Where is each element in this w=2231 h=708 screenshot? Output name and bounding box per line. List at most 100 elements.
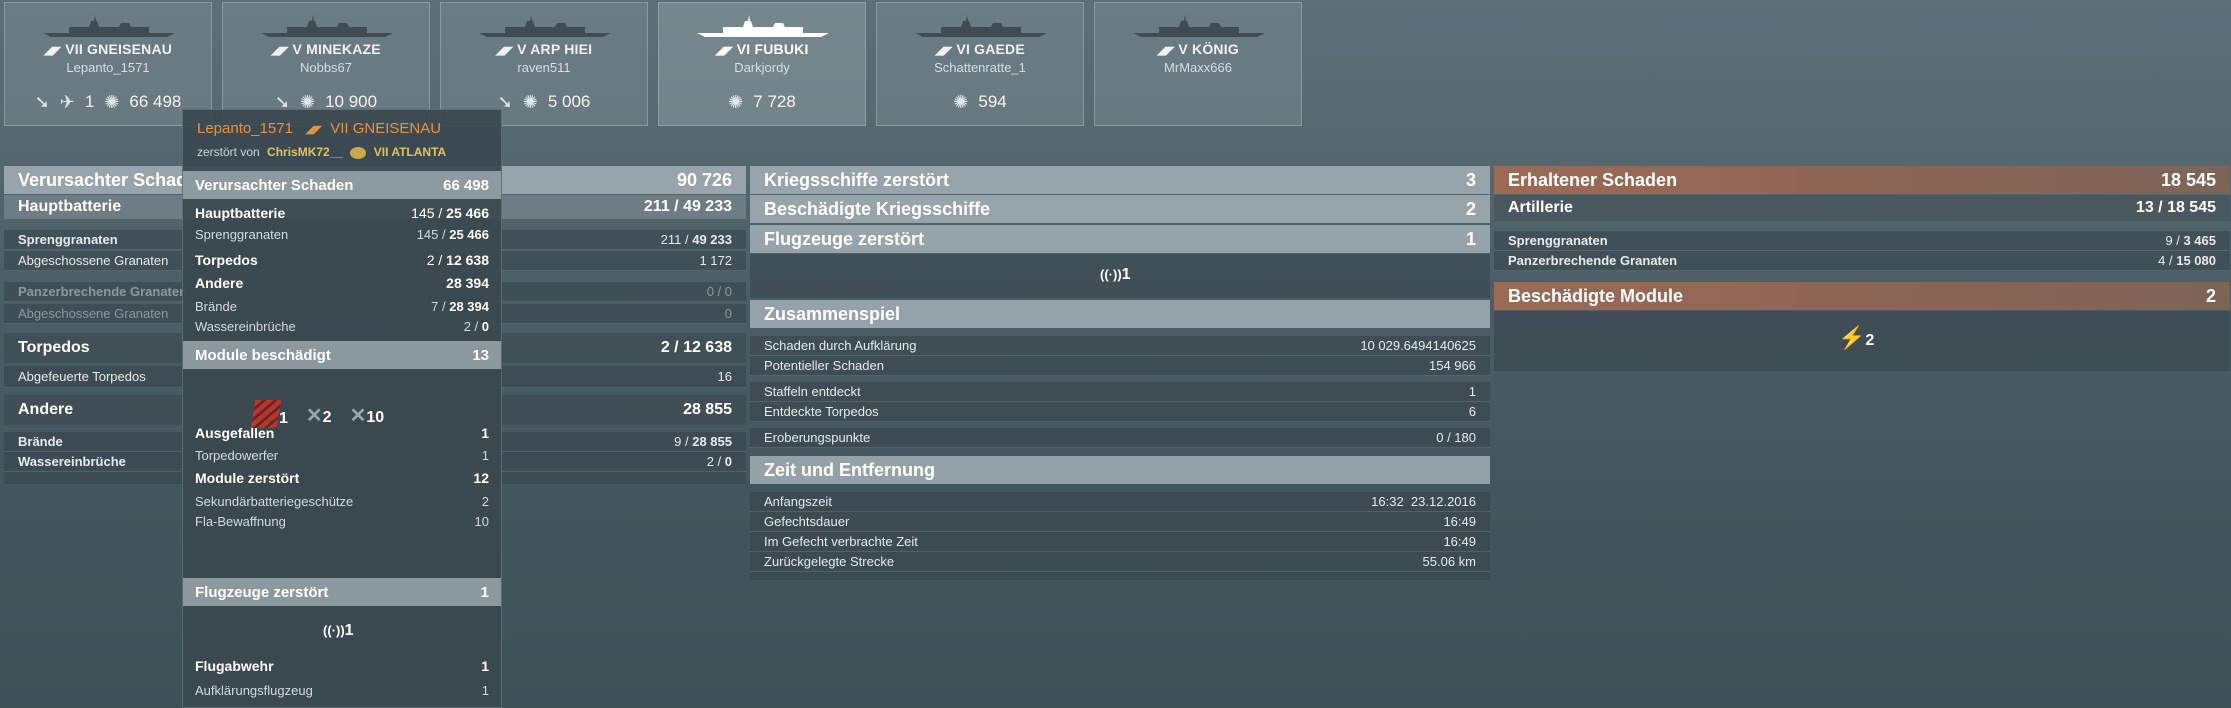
ship-class-icon: ◢◤ <box>305 124 323 136</box>
popup-fires-hits: 7 <box>431 298 439 314</box>
ship-card[interactable]: ◢◤ V ARP HIEI raven511 ➘ ✺ 5 006 <box>440 2 648 126</box>
floods-value: 2 / 0 <box>706 454 732 469</box>
cruiser-icon <box>350 146 367 159</box>
received-module-count: ⚡2 <box>1838 325 1874 351</box>
fires-value: 9 / 28 855 <box>674 434 732 449</box>
popup-damage-value: 66 498 <box>443 176 489 194</box>
ship-card[interactable]: ◢◤ VI FUBUKI Darkjordy ✺ 7 728 <box>658 2 866 126</box>
spotting-damage-label: Schaden durch Aufklärung <box>764 338 917 353</box>
torps-fired-label: Abgefeuerte Torpedos <box>18 369 146 384</box>
killer-ship: VII ATLANTA <box>373 145 447 159</box>
received-ap-label: Panzerbrechende Granaten <box>1508 253 1678 268</box>
ship-card[interactable]: ◢◤ V KÖNIG MrMaxx666 <box>1094 2 1302 126</box>
potential-damage-row: Potentieller Schaden 154 966 <box>750 356 1490 376</box>
battle-duration-label: Gefechtsdauer <box>764 514 850 529</box>
popup-floods-label: Wassereinbrüche <box>195 318 296 334</box>
ship-tier-name: VI FUBUKI <box>736 41 809 57</box>
time-in-battle-label: Im Gefecht verbrachte Zeit <box>764 534 918 549</box>
popup-scout-label: Aufklärungsflugzeug <box>195 682 313 698</box>
dealt-damage-value: 90 726 <box>676 169 732 190</box>
damage-value: 594 <box>978 92 1007 111</box>
ship-card[interactable]: ◢◤ V MINEKAZE Nobbs67 ➘ ✺ 10 900 <box>222 2 430 126</box>
radar-icon: ((·)) <box>323 623 345 638</box>
artillery-hits: 13 <box>2135 199 2154 216</box>
radar-icon: ((·)) <box>1100 267 1122 282</box>
torpedoes-total: 12 638 <box>683 339 732 356</box>
ship-silhouette-icon <box>261 15 393 37</box>
received-module-count-value: 2 <box>1865 332 1875 349</box>
ship-tier-name: VI GAEDE <box>956 41 1025 57</box>
ship-class-icon: ◢◤ <box>271 45 289 57</box>
popup-main-battery-row: Hauptbatterie 145 / 25 466 <box>183 202 501 224</box>
popup-plane-count: ((·))1 <box>323 622 354 640</box>
floods-total: 0 <box>724 454 732 469</box>
time-in-battle-value: 16:49 <box>1443 534 1476 549</box>
middle-panel-footer <box>750 572 1490 580</box>
killer-name: ChrisMK72__ <box>267 145 344 159</box>
scout-plane-count: ((·))1 <box>1100 266 1131 284</box>
torpedoes-label: Torpedos <box>18 339 90 356</box>
planes-destroyed-value: 1 <box>1465 228 1476 249</box>
ship-card[interactable]: ◢◤ VI GAEDE Schattenratte_1 ✺ 594 <box>876 2 1084 126</box>
plane-icon: ✈ <box>59 91 75 112</box>
popup-title: Lepanto_1571 ◢◤ VII GNEISENAU <box>197 120 441 137</box>
explosion-icon: ✺ <box>522 91 538 112</box>
received-ap-row: Panzerbrechende Granaten 4 / 15 080 <box>1494 251 2230 271</box>
ship-card[interactable]: ◢◤ VII GNEISENAU Lepanto_1571 ➘ ✈ 1 ✺ 66 498 <box>4 2 212 126</box>
popup-main-battery-hits: 145 <box>411 205 435 221</box>
torps-spotted-row: Entdeckte Torpedos 6 <box>750 402 1490 422</box>
popup-other-value: 28 394 <box>446 275 489 291</box>
ship-silhouette-icon <box>915 15 1047 37</box>
popup-damage-label: Verursachter Schaden <box>195 176 354 194</box>
planes-icon-area: ((·))1 <box>750 254 1490 298</box>
he-total: 49 233 <box>692 232 732 247</box>
distance-value: 55.06 km <box>1422 554 1476 569</box>
popup-he-total: 25 466 <box>449 226 489 242</box>
plane-count-value: 1 <box>1121 266 1131 283</box>
received-he-row: Sprenggranaten 9 / 3 465 <box>1494 231 2230 251</box>
squadrons-spotted-label: Staffeln entdeckt <box>764 384 861 399</box>
received-ap-total: 15 080 <box>2176 253 2216 268</box>
popup-disabled-row: Ausgefallen 1 <box>183 422 501 444</box>
popup-floods-row: Wassereinbrüche 2 / 0 <box>183 316 501 336</box>
teamplay-header: Zusammenspiel <box>750 300 1490 328</box>
popup-scout-row: Aufklärungsflugzeug 1 <box>183 680 501 700</box>
ship-class-icon: ◢◤ <box>1157 45 1175 57</box>
player-name: Darkjordy <box>734 60 790 75</box>
planes-destroyed-label: Flugzeuge zerstört <box>764 228 925 249</box>
battle-duration-row: Gefechtsdauer 16:49 <box>750 512 1490 532</box>
ship-silhouette-icon <box>43 15 175 37</box>
main-battery-label: Hauptbatterie <box>18 198 122 215</box>
fires-total: 28 855 <box>692 434 732 449</box>
floods-hits: 2 <box>706 454 714 469</box>
popup-he-row: Sprenggranaten 145 / 25 466 <box>183 224 501 244</box>
explosion-icon: ✺ <box>728 91 744 112</box>
planes-shot-count: 1 <box>84 92 95 111</box>
ship-tier-name: V ARP HIEI <box>517 41 593 57</box>
received-ap-hits: 4 <box>2158 253 2166 268</box>
ship-name: ◢◤ VI FUBUKI <box>659 41 865 57</box>
player-detail-popup: Lepanto_1571 ◢◤ VII GNEISENAU zerstört v… <box>182 109 502 708</box>
popup-modules-damaged-value: 13 <box>472 346 489 364</box>
popup-flak-label: Flugabwehr <box>195 658 274 674</box>
received-damage-label: Erhaltener Schaden <box>1508 169 1678 190</box>
time-header: Zeit und Entfernung <box>750 456 1490 484</box>
popup-modules-damaged-label: Module beschädigt <box>195 346 331 364</box>
popup-torp-launcher-row: Torpedowerfer 1 <box>183 445 501 465</box>
he-fired-label: Abgeschossene Granaten <box>18 253 169 268</box>
popup-secondary-value: 2 <box>481 493 489 509</box>
popup-he-hits: 145 <box>416 226 439 242</box>
time-in-battle-row: Im Gefecht verbrachte Zeit 16:49 <box>750 532 1490 552</box>
damage-value: 66 498 <box>129 92 182 111</box>
popup-floods-total: 0 <box>481 318 489 334</box>
start-time-value: 16:32 23.12.2016 <box>1371 494 1476 509</box>
player-name: Nobbs67 <box>299 60 353 75</box>
received-he-label: Sprenggranaten <box>1508 233 1608 248</box>
damaged-modules-label: Beschädigte Module <box>1508 285 1684 306</box>
ship-class-icon: ◢◤ <box>715 45 733 57</box>
popup-modules-destroyed-row: Module zerstört 12 <box>183 467 501 489</box>
ship-name: ◢◤ VII GNEISENAU <box>5 41 211 57</box>
main-battery-total: 49 233 <box>683 198 732 215</box>
received-modules-area: ⚡2 <box>1494 311 2230 371</box>
popup-floods-value: 2 / 0 <box>463 318 489 334</box>
